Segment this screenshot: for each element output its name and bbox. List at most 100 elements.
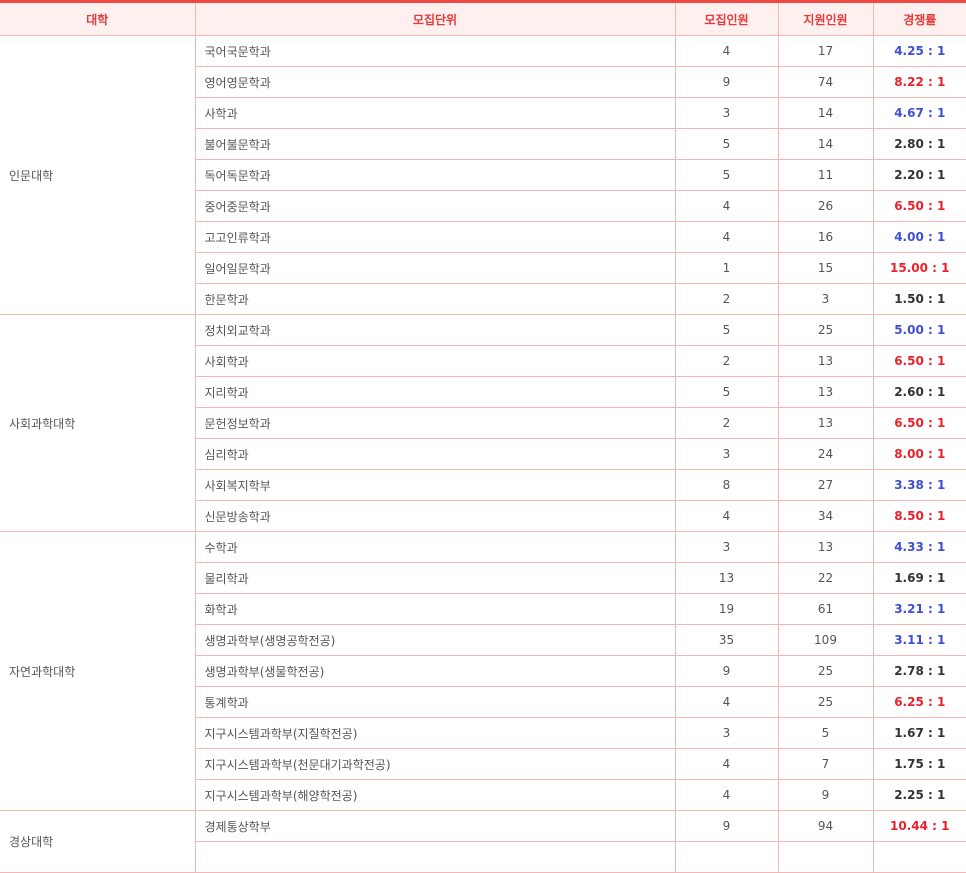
rate-cell: 6.25 : 1 xyxy=(872,686,966,718)
applicants-cell: 22 xyxy=(777,562,874,594)
applicants-cell: 3 xyxy=(777,283,874,315)
quota-cell: 4 xyxy=(674,35,779,67)
applicants-cell: 26 xyxy=(777,190,874,222)
table-row: 사회과학대학 정치외교학과 5 25 5.00 : 1 xyxy=(0,314,966,532)
applicants-cell: 5 xyxy=(777,717,874,749)
table-row: 경상대학 경제통상학부 9 94 10.44 : 1 xyxy=(0,810,966,873)
header-quota: 모집인원 xyxy=(674,0,779,36)
quota-cell xyxy=(674,841,779,873)
quota-cell: 13 xyxy=(674,562,779,594)
unit-cell: 지구시스템과학부(천문대기과학전공) xyxy=(195,748,676,780)
quota-cell: 3 xyxy=(674,97,779,129)
rate-cell: 4.25 : 1 xyxy=(872,35,966,67)
unit-cell: 고고인류학과 xyxy=(195,221,676,253)
unit-cell: 생명과학부(생물학전공) xyxy=(195,655,676,687)
applicants-cell: 34 xyxy=(777,500,874,532)
rate-cell: 10.44 : 1 xyxy=(872,810,966,842)
table-body: 인문대학 국어국문학과 4 17 4.25 : 1 영어영문학과 9 74 8.22 : 1 사학… xyxy=(0,35,966,873)
quota-cell: 3 xyxy=(674,531,779,563)
table-row: 인문대학 국어국문학과 4 17 4.25 : 1 xyxy=(0,35,966,315)
applicants-cell: 15 xyxy=(777,252,874,284)
quota-cell: 9 xyxy=(674,66,779,98)
rate-cell: 2.20 : 1 xyxy=(872,159,966,191)
quota-cell: 4 xyxy=(674,686,779,718)
quota-cell: 9 xyxy=(674,655,779,687)
rate-cell: 6.50 : 1 xyxy=(872,345,966,377)
rate-cell: 1.69 : 1 xyxy=(872,562,966,594)
header-college: 대학 xyxy=(0,0,196,36)
applicants-cell: 109 xyxy=(777,624,874,656)
applicants-cell: 14 xyxy=(777,128,874,160)
unit-cell: 생명과학부(생명공학전공) xyxy=(195,624,676,656)
unit-cell: 심리학과 xyxy=(195,438,676,470)
admission-table: 대학 모집단위 모집인원 지원인원 경쟁률 인문대학 국어국문학과 4 17 4.25 … xyxy=(0,0,966,873)
header-applicants: 지원인원 xyxy=(777,0,874,36)
rate-cell: 2.78 : 1 xyxy=(872,655,966,687)
applicants-cell: 24 xyxy=(777,438,874,470)
unit-cell: 한문학과 xyxy=(195,283,676,315)
applicants-cell: 13 xyxy=(777,531,874,563)
rate-cell: 2.80 : 1 xyxy=(872,128,966,160)
quota-cell: 3 xyxy=(674,717,779,749)
header-unit: 모집단위 xyxy=(194,0,676,36)
quota-cell: 3 xyxy=(674,438,779,470)
header-rate: 경쟁률 xyxy=(872,0,966,36)
unit-cell: 사회복지학부 xyxy=(195,469,676,501)
applicants-cell: 61 xyxy=(777,593,874,625)
unit-cell: 사학과 xyxy=(195,97,676,129)
unit-cell: 영어영문학과 xyxy=(195,66,676,98)
table-header: 대학 모집단위 모집인원 지원인원 경쟁률 xyxy=(0,0,966,36)
unit-cell: 경제통상학부 xyxy=(194,810,676,842)
quota-cell: 35 xyxy=(674,624,779,656)
applicants-cell: 27 xyxy=(777,469,874,501)
rate-cell: 3.38 : 1 xyxy=(872,469,966,501)
unit-cell: 중어중문학과 xyxy=(195,190,676,222)
rate-cell: 6.50 : 1 xyxy=(872,407,966,439)
applicants-cell: 9 xyxy=(777,779,874,811)
table-row: 자연과학대학 수학과 3 13 4.33 : 1 xyxy=(0,531,966,811)
quota-cell: 5 xyxy=(674,128,779,160)
applicants-cell: 13 xyxy=(777,376,874,408)
college-cell: 인문대학 xyxy=(0,35,196,315)
quota-cell: 5 xyxy=(674,159,779,191)
applicants-cell: 25 xyxy=(777,314,874,346)
rate-cell: 6.50 : 1 xyxy=(872,190,966,222)
unit-cell: 일어일문학과 xyxy=(195,252,676,284)
quota-cell: 5 xyxy=(674,314,779,346)
unit-cell: 정치외교학과 xyxy=(194,314,676,346)
quota-cell: 2 xyxy=(674,345,779,377)
unit-cell: 독어독문학과 xyxy=(195,159,676,191)
rate-cell: 3.11 : 1 xyxy=(872,624,966,656)
unit-cell: 신문방송학과 xyxy=(195,500,676,532)
quota-cell: 9 xyxy=(674,810,779,842)
applicants-cell: 11 xyxy=(777,159,874,191)
quota-cell: 2 xyxy=(674,407,779,439)
rate-cell: 3.21 : 1 xyxy=(872,593,966,625)
rate-cell: 2.60 : 1 xyxy=(872,376,966,408)
unit-cell: 화학과 xyxy=(195,593,676,625)
rate-cell: 8.22 : 1 xyxy=(872,66,966,98)
unit-cell xyxy=(195,841,676,873)
college-cell: 사회과학대학 xyxy=(0,314,196,532)
rate-cell: 5.00 : 1 xyxy=(872,314,966,346)
unit-cell: 수학과 xyxy=(194,531,676,563)
applicants-cell: 14 xyxy=(777,97,874,129)
quota-cell: 2 xyxy=(674,283,779,315)
quota-cell: 4 xyxy=(674,748,779,780)
rate-cell xyxy=(872,841,966,873)
applicants-cell: 16 xyxy=(777,221,874,253)
applicants-cell: 13 xyxy=(777,345,874,377)
quota-cell: 4 xyxy=(674,779,779,811)
applicants-cell: 94 xyxy=(777,810,874,842)
rate-cell: 15.00 : 1 xyxy=(872,252,966,284)
applicants-cell: 7 xyxy=(777,748,874,780)
applicants-cell xyxy=(777,841,874,873)
applicants-cell: 25 xyxy=(777,686,874,718)
college-cell: 자연과학대학 xyxy=(0,531,196,811)
unit-cell: 지리학과 xyxy=(195,376,676,408)
rate-cell: 4.33 : 1 xyxy=(872,531,966,563)
unit-cell: 지구시스템과학부(해양학전공) xyxy=(195,779,676,811)
rate-cell: 1.75 : 1 xyxy=(872,748,966,780)
quota-cell: 4 xyxy=(674,221,779,253)
rate-cell: 4.67 : 1 xyxy=(872,97,966,129)
